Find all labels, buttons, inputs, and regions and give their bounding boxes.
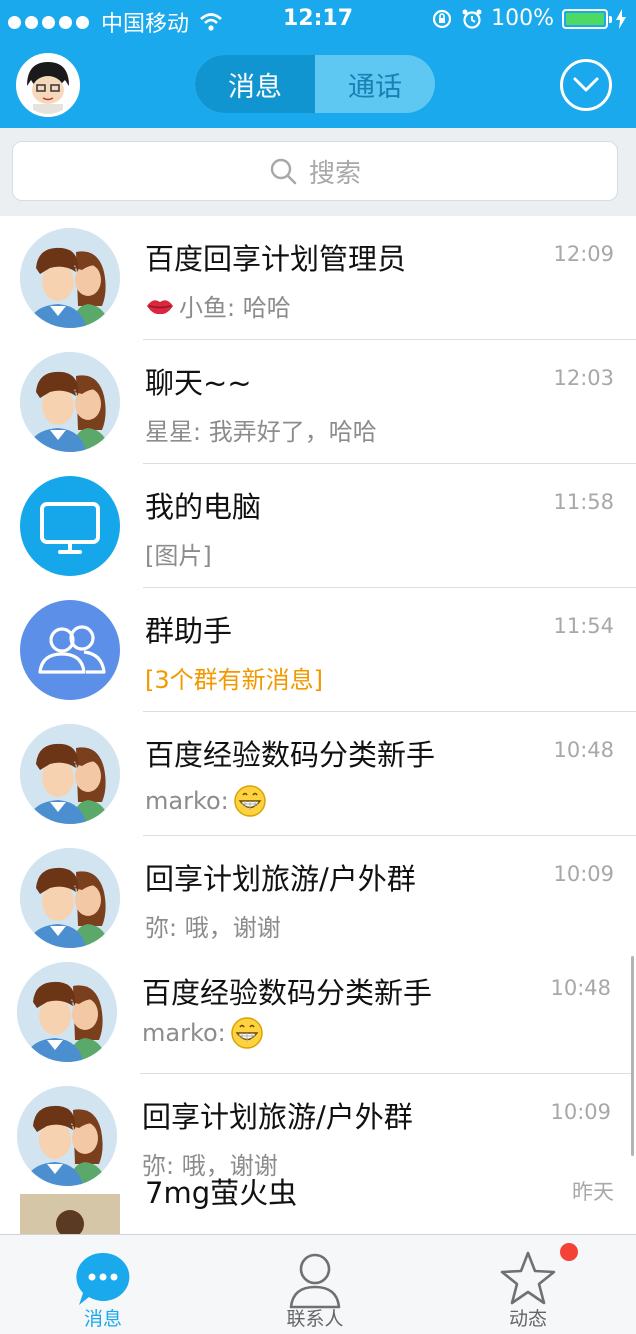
conversation-time: 昨天 (572, 1180, 614, 1204)
contact-person-icon (289, 1253, 341, 1309)
cartoon-avatar-icon (19, 56, 77, 114)
chat-bubble-icon (76, 1252, 130, 1305)
rotation-lock-icon (432, 9, 452, 28)
tab-contacts[interactable]: 联系人 (255, 1235, 375, 1334)
group-helper-avatar (20, 600, 120, 700)
conversation-preview-text: 弥: 哦，谢谢 (145, 914, 281, 942)
conversation-title: 回享计划旅游/户外群 (145, 862, 416, 896)
conversation-row[interactable]: 百度经验数码分类新手 marko: 10:48 (0, 712, 636, 836)
conversation-list: 百度回享计划管理员 小鱼: 哈哈 12:09 聊天~~ 星星: 我弄好了，哈哈 … (0, 216, 636, 1234)
kiss-lips-icon (147, 299, 173, 314)
conversation-row[interactable]: 回享计划旅游/户外群 弥: 哦，谢谢 10:09 (0, 1074, 633, 1198)
group-couple-avatar (17, 962, 117, 1062)
conversation-preview: 星星: 我弄好了，哈哈 (145, 412, 377, 447)
conversation-title: 聊天~~ (145, 366, 252, 400)
conversation-row[interactable]: 百度回享计划管理员 小鱼: 哈哈 12:09 (0, 216, 636, 340)
tab-calls[interactable]: 通话 (315, 55, 435, 113)
message-call-switch: 消息 通话 (195, 55, 435, 113)
conversation-preview-text: marko: (145, 787, 229, 815)
group-couple-avatar (20, 848, 120, 948)
conversation-row[interactable]: 群助手 [3个群有新消息] 11:54 (0, 588, 636, 712)
conversation-preview: [图片] (145, 536, 212, 571)
conversation-row[interactable]: 7mg萤火虫 昨天 (0, 1176, 636, 1234)
conversation-title: 回享计划旅游/户外群 (142, 1100, 413, 1134)
group-couple-avatar (20, 228, 120, 328)
tab-label: 联系人 (286, 1308, 344, 1330)
conversation-preview: 弥: 哦，谢谢 (145, 908, 281, 943)
conversation-preview-text: 小鱼: 哈哈 (179, 294, 291, 322)
conversation-preview: marko: (145, 784, 267, 818)
monitor-icon (40, 502, 100, 554)
notification-badge (560, 1243, 578, 1261)
tab-label: 动态 (508, 1308, 547, 1330)
conversation-time: 10:48 (553, 738, 614, 762)
conversation-preview: 小鱼: 哈哈 (145, 288, 291, 323)
conversation-row[interactable]: 聊天~~ 星星: 我弄好了，哈哈 12:03 (0, 340, 636, 464)
status-bar: 中国移动 12:17 100% (0, 0, 636, 40)
conversation-time: 10:09 (553, 862, 614, 886)
conversation-row[interactable]: 百度经验数码分类新手 marko: 10:48 (0, 950, 633, 1074)
search-icon (270, 158, 297, 185)
conversation-title: 我的电脑 (145, 490, 262, 524)
conversation-row[interactable]: 我的电脑 [图片] 11:58 (0, 464, 636, 588)
photo-avatar-image (20, 1194, 120, 1234)
conversation-time: 10:09 (550, 1100, 611, 1124)
tab-messages-bottom[interactable]: 消息 (43, 1235, 163, 1334)
conversation-preview-text: 星星: 我弄好了，哈哈 (145, 418, 377, 446)
conversation-title: 百度经验数码分类新手 (142, 976, 433, 1010)
conversation-time: 12:03 (553, 366, 614, 390)
grin-emoji-icon (231, 1017, 263, 1049)
conversation-preview-text: marko: (142, 1019, 226, 1047)
bottom-tab-bar: 消息 联系人 动态 (0, 1234, 636, 1334)
more-options-button[interactable] (560, 59, 612, 111)
my-computer-avatar (20, 476, 120, 576)
battery-percent: 100% (491, 6, 554, 31)
conversation-preview-text: [图片] (145, 542, 212, 570)
search-input[interactable]: 搜索 (12, 141, 618, 201)
group-helper-icon (38, 625, 106, 674)
status-bar-right: 100% (431, 6, 626, 31)
conversation-title: 百度经验数码分类新手 (145, 738, 436, 772)
group-couple-avatar (17, 1086, 117, 1186)
conversation-title: 7mg萤火虫 (145, 1176, 298, 1210)
battery-icon (562, 8, 612, 29)
conversation-preview: marko: (142, 1016, 264, 1050)
scrollbar[interactable] (631, 956, 634, 1156)
tab-label: 消息 (83, 1308, 122, 1330)
conversation-title: 百度回享计划管理员 (145, 242, 407, 276)
chevron-down-icon (573, 77, 599, 92)
top-header: 中国移动 12:17 100% 消息 通话 (0, 0, 636, 128)
tab-messages[interactable]: 消息 (195, 55, 315, 113)
search-placeholder: 搜索 (308, 158, 361, 189)
group-couple-avatar (20, 352, 120, 452)
star-icon (500, 1251, 556, 1305)
alarm-icon (462, 9, 482, 29)
photo-avatar (20, 1194, 120, 1234)
grin-emoji-icon (234, 785, 266, 817)
conversation-preview-text: [3个群有新消息] (145, 666, 323, 694)
conversation-time: 10:48 (550, 976, 611, 1000)
my-avatar[interactable] (16, 53, 80, 117)
search-area: 搜索 (0, 128, 636, 216)
conversation-preview: [3个群有新消息] (145, 660, 323, 695)
group-couple-avatar (20, 724, 120, 824)
tab-feed[interactable]: 动态 (468, 1235, 588, 1334)
conversation-row[interactable]: 回享计划旅游/户外群 弥: 哦，谢谢 10:09 (0, 836, 636, 960)
conversation-title: 群助手 (145, 614, 233, 648)
conversation-time: 11:58 (553, 490, 614, 514)
charging-bolt-icon (616, 8, 626, 29)
conversation-time: 12:09 (553, 242, 614, 266)
conversation-time: 11:54 (553, 614, 614, 638)
